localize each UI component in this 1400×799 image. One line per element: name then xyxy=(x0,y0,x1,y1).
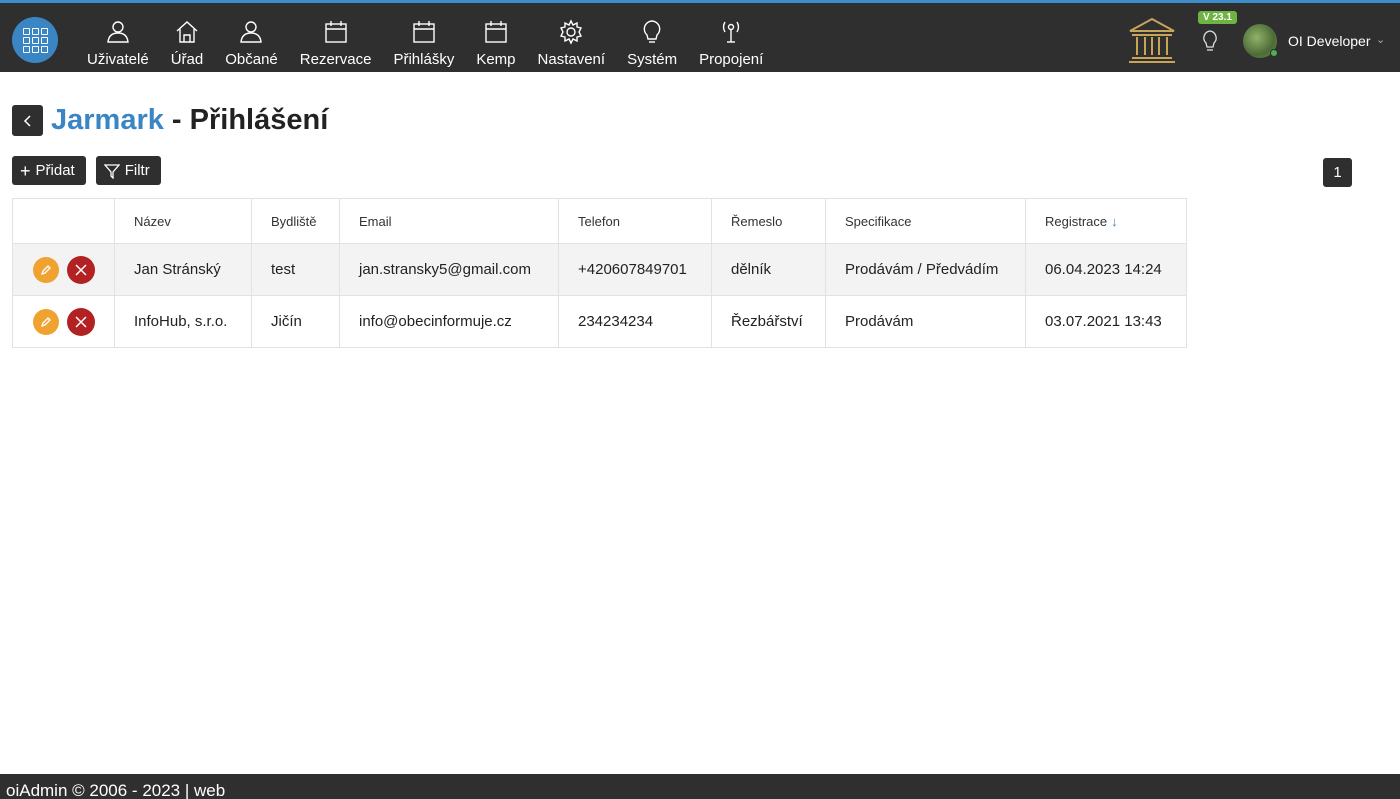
cell-remeslo: Řezbářství xyxy=(711,295,826,348)
nav-item-obcane[interactable]: Občané xyxy=(214,3,289,69)
version-badge: V 23.1 xyxy=(1198,11,1237,24)
nav-item-propojeni[interactable]: Propojení xyxy=(688,3,774,69)
nav-item-label: Uživatelé xyxy=(87,51,149,68)
close-icon xyxy=(75,263,87,276)
column-header-registrace[interactable]: Registrace ↓ xyxy=(1025,198,1187,244)
calendar-icon xyxy=(324,21,347,43)
nav-item-label: Úřad xyxy=(170,51,204,68)
cell-email: info@obecinformuje.cz xyxy=(339,295,559,348)
pencil-icon xyxy=(40,264,51,275)
column-header-remeslo[interactable]: Řemeslo xyxy=(711,198,826,244)
cell-telefon: +420607849701 xyxy=(558,243,712,296)
institution-logo-icon xyxy=(1129,17,1175,63)
lightbulb-icon xyxy=(643,20,661,43)
pagination-page-1[interactable]: 1 xyxy=(1323,158,1352,187)
cell-telefon: 234234234 xyxy=(558,295,712,348)
nav-item-label: Rezervace xyxy=(299,51,372,68)
cell-bydliste: test xyxy=(251,243,340,296)
filter-button-label: Filtr xyxy=(124,162,150,179)
grid-icon xyxy=(22,27,48,53)
home-icon xyxy=(176,21,198,43)
nav-item-uzivatele[interactable]: Uživatelé xyxy=(76,3,160,69)
column-header-email[interactable]: Email xyxy=(339,198,559,244)
cell-bydliste: Jičín xyxy=(251,295,340,348)
nav-item-label: Občané xyxy=(225,51,278,68)
user-name[interactable]: OI Developer xyxy=(1288,33,1370,49)
cell-registrace: 03.07.2021 13:43 xyxy=(1025,295,1187,348)
user-icon xyxy=(240,21,263,43)
sort-desc-icon: ↓ xyxy=(1111,213,1118,229)
filter-button[interactable]: Filtr xyxy=(95,156,161,185)
row-actions xyxy=(12,243,115,296)
nav-item-urad[interactable]: Úřad xyxy=(160,3,215,69)
column-header-bydliste[interactable]: Bydliště xyxy=(251,198,340,244)
add-button[interactable]: + Přidat xyxy=(12,156,86,185)
column-header-actions xyxy=(12,198,115,244)
edit-button[interactable] xyxy=(33,308,59,335)
cell-nazev: Jan Stránský xyxy=(114,243,252,296)
toolbar: + Přidat Filtr xyxy=(12,156,171,185)
cell-remeslo: dělník xyxy=(711,243,826,296)
cell-specifikace: Prodávám xyxy=(825,295,1026,348)
registrations-table: Název Bydliště Email Telefon Řemeslo Spe… xyxy=(12,198,1187,348)
calendar-icon xyxy=(413,21,435,43)
nav-item-prihlasky[interactable]: Přihlášky xyxy=(382,3,465,69)
delete-button[interactable] xyxy=(67,255,95,284)
parent-link[interactable]: Jarmark xyxy=(51,104,164,137)
lightbulb-icon[interactable] xyxy=(1199,29,1221,53)
back-button[interactable] xyxy=(12,105,43,136)
column-header-nazev[interactable]: Název xyxy=(114,198,252,244)
avatar[interactable] xyxy=(1243,24,1278,58)
nav-item-nastaveni[interactable]: Nastavení xyxy=(527,3,617,69)
filter-icon xyxy=(103,163,120,179)
nav-item-system[interactable]: Systém xyxy=(616,3,688,69)
table-header-row: Název Bydliště Email Telefon Řemeslo Spe… xyxy=(12,198,1187,244)
cell-nazev: InfoHub, s.r.o. xyxy=(114,295,252,348)
row-actions xyxy=(12,295,115,348)
main-nav: Uživatelé Úřad Občané Rezervace Přihlášk… xyxy=(76,3,774,72)
cell-registrace: 06.04.2023 14:24 xyxy=(1025,243,1187,296)
column-header-telefon[interactable]: Telefon xyxy=(558,198,712,244)
online-status-dot xyxy=(1270,49,1278,57)
calendar-icon xyxy=(485,21,507,43)
pencil-icon xyxy=(40,316,51,327)
delete-button[interactable] xyxy=(67,307,95,336)
user-icon xyxy=(107,21,129,43)
table-row[interactable]: InfoHub, s.r.o. Jičín info@obecinformuje… xyxy=(12,295,1187,348)
page-title-text: - Přihlášení xyxy=(163,104,329,136)
gear-icon xyxy=(560,19,583,45)
apps-menu-button[interactable] xyxy=(12,17,58,63)
antenna-icon xyxy=(722,21,740,43)
nav-item-rezervace[interactable]: Rezervace xyxy=(289,3,383,69)
nav-item-label: Nastavení xyxy=(537,51,606,68)
top-navbar: Uživatelé Úřad Občané Rezervace Přihlášk… xyxy=(0,0,1400,72)
close-icon xyxy=(75,315,87,328)
nav-item-label: Propojení xyxy=(699,51,764,68)
cell-specifikace: Prodávám / Předvádím xyxy=(825,243,1026,296)
footer: oiAdmin © 2006 - 2023 | web xyxy=(0,774,1400,799)
plus-icon: + xyxy=(20,160,31,181)
nav-item-label: Systém xyxy=(627,51,678,68)
add-button-label: Přidat xyxy=(35,162,75,179)
chevron-down-icon[interactable]: ⌄ xyxy=(1376,33,1385,46)
nav-item-kemp[interactable]: Kemp xyxy=(465,3,526,69)
edit-button[interactable] xyxy=(33,256,59,283)
nav-item-label: Kemp xyxy=(476,51,516,68)
chevron-left-icon xyxy=(23,114,31,127)
cell-email: jan.stransky5@gmail.com xyxy=(339,243,559,296)
nav-item-label: Přihlášky xyxy=(393,51,455,68)
column-header-specifikace[interactable]: Specifikace xyxy=(825,198,1026,244)
page-title: Jarmark - Přihlášení xyxy=(12,104,328,137)
column-header-registrace-label: Registrace xyxy=(1045,213,1108,229)
table-row[interactable]: Jan Stránský test jan.stransky5@gmail.co… xyxy=(12,243,1187,296)
